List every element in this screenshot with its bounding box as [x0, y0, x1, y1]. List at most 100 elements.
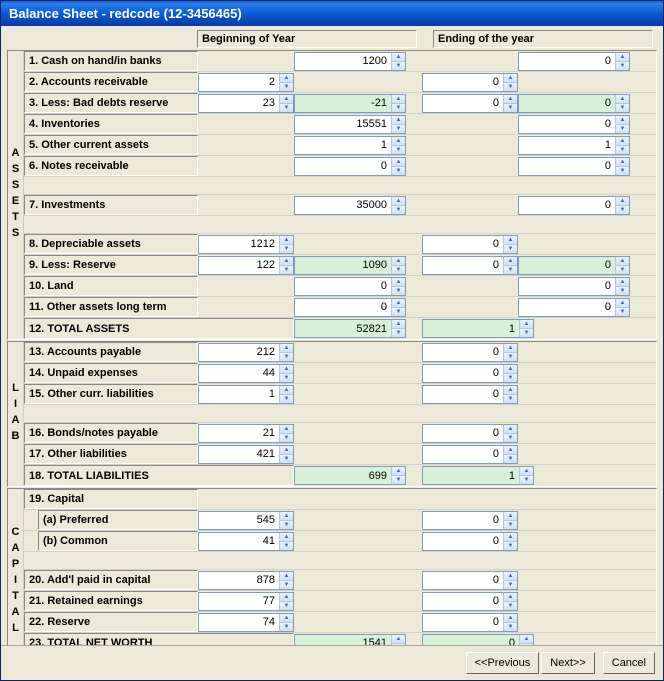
r13-e1[interactable]: ▲▼	[422, 343, 518, 362]
r14-b1-arrows[interactable]: ▲▼	[279, 365, 293, 382]
r1-b2[interactable]: ▲▼	[294, 52, 406, 71]
r16-b1-input[interactable]	[199, 425, 279, 442]
r1-b2-arrows[interactable]: ▲▼	[391, 53, 405, 70]
r9-e2[interactable]: ▲▼	[518, 256, 630, 275]
spinner-down-icon[interactable]: ▼	[504, 581, 517, 589]
r12-b2[interactable]: ▲▼	[294, 319, 406, 338]
spinner-up-icon[interactable]: ▲	[392, 137, 405, 146]
r11-e2-arrows[interactable]: ▲▼	[615, 299, 629, 316]
spinner-down-icon[interactable]: ▼	[280, 581, 293, 589]
r21-e1-input[interactable]	[423, 593, 503, 610]
r14-b1[interactable]: ▲▼	[198, 364, 294, 383]
spinner-down-icon[interactable]: ▼	[616, 287, 629, 295]
r11-b2-arrows[interactable]: ▲▼	[391, 299, 405, 316]
r3-e2-arrows[interactable]: ▲▼	[615, 95, 629, 112]
spinner-down-icon[interactable]: ▼	[520, 476, 533, 484]
r4-b2-arrows[interactable]: ▲▼	[391, 116, 405, 133]
r11-e2[interactable]: ▲▼	[518, 298, 630, 317]
cancel-button[interactable]: Cancel	[603, 652, 655, 674]
spinner-up-icon[interactable]: ▲	[504, 512, 517, 521]
r19b-b1-input[interactable]	[199, 533, 279, 550]
r22-e1[interactable]: ▲▼	[422, 613, 518, 632]
spinner-down-icon[interactable]: ▼	[504, 395, 517, 403]
r19b-b1[interactable]: ▲▼	[198, 532, 294, 551]
r9-e1-input[interactable]	[423, 257, 503, 274]
r18-e2-arrows[interactable]: ▲▼	[519, 467, 533, 484]
r14-b1-input[interactable]	[199, 365, 279, 382]
spinner-down-icon[interactable]: ▼	[392, 62, 405, 70]
spinner-down-icon[interactable]: ▼	[392, 125, 405, 133]
r19a-e1-arrows[interactable]: ▲▼	[503, 512, 517, 529]
spinner-down-icon[interactable]: ▼	[280, 602, 293, 610]
spinner-down-icon[interactable]: ▼	[392, 206, 405, 214]
spinner-down-icon[interactable]: ▼	[280, 623, 293, 631]
r22-b1-input[interactable]	[199, 614, 279, 631]
spinner-down-icon[interactable]: ▼	[280, 104, 293, 112]
spinner-up-icon[interactable]: ▲	[280, 533, 293, 542]
r12-b2-arrows[interactable]: ▲▼	[391, 320, 405, 337]
spinner-down-icon[interactable]: ▼	[504, 374, 517, 382]
spinner-down-icon[interactable]: ▼	[280, 542, 293, 550]
r6-e2-input[interactable]	[519, 158, 615, 175]
spinner-up-icon[interactable]: ▲	[392, 158, 405, 167]
r2-e1[interactable]: ▲▼	[422, 73, 518, 92]
spinner-up-icon[interactable]: ▲	[392, 635, 405, 644]
spinner-down-icon[interactable]: ▼	[616, 167, 629, 175]
r18-b2[interactable]: ▲▼	[294, 466, 406, 485]
r13-e1-arrows[interactable]: ▲▼	[503, 344, 517, 361]
r6-e2[interactable]: ▲▼	[518, 157, 630, 176]
r19a-b1[interactable]: ▲▼	[198, 511, 294, 530]
r9-e2-input[interactable]	[519, 257, 615, 274]
r11-b2-input[interactable]	[295, 299, 391, 316]
spinner-down-icon[interactable]: ▼	[280, 353, 293, 361]
r19a-e1-input[interactable]	[423, 512, 503, 529]
spinner-up-icon[interactable]: ▲	[280, 344, 293, 353]
r9-e1[interactable]: ▲▼	[422, 256, 518, 275]
spinner-up-icon[interactable]: ▲	[280, 425, 293, 434]
r17-b1-arrows[interactable]: ▲▼	[279, 446, 293, 463]
spinner-up-icon[interactable]: ▲	[616, 158, 629, 167]
r3-b1-arrows[interactable]: ▲▼	[279, 95, 293, 112]
r3-b2-arrows[interactable]: ▲▼	[391, 95, 405, 112]
r5-e2[interactable]: ▲▼	[518, 136, 630, 155]
r3-e1-arrows[interactable]: ▲▼	[503, 95, 517, 112]
spinner-down-icon[interactable]: ▼	[392, 104, 405, 112]
spinner-down-icon[interactable]: ▼	[504, 83, 517, 91]
spinner-up-icon[interactable]: ▲	[392, 197, 405, 206]
r4-b2[interactable]: ▲▼	[294, 115, 406, 134]
spinner-up-icon[interactable]: ▲	[520, 320, 533, 329]
r16-e1-arrows[interactable]: ▲▼	[503, 425, 517, 442]
r20-b1[interactable]: ▲▼	[198, 571, 294, 590]
spinner-up-icon[interactable]: ▲	[504, 257, 517, 266]
spinner-up-icon[interactable]: ▲	[392, 116, 405, 125]
spinner-up-icon[interactable]: ▲	[616, 278, 629, 287]
r14-e1-input[interactable]	[423, 365, 503, 382]
r19b-e1-input[interactable]	[423, 533, 503, 550]
spinner-up-icon[interactable]: ▲	[616, 53, 629, 62]
r8-e1-input[interactable]	[423, 236, 503, 253]
r23-e2-input[interactable]	[423, 635, 519, 646]
r9-b1[interactable]: ▲▼	[198, 256, 294, 275]
r20-b1-input[interactable]	[199, 572, 279, 589]
spinner-down-icon[interactable]: ▼	[616, 146, 629, 154]
spinner-down-icon[interactable]: ▼	[520, 329, 533, 337]
spinner-up-icon[interactable]: ▲	[616, 95, 629, 104]
spinner-down-icon[interactable]: ▼	[280, 83, 293, 91]
r13-e1-input[interactable]	[423, 344, 503, 361]
r20-e1[interactable]: ▲▼	[422, 571, 518, 590]
r15-b1-arrows[interactable]: ▲▼	[279, 386, 293, 403]
r17-e1-input[interactable]	[423, 446, 503, 463]
r5-e2-input[interactable]	[519, 137, 615, 154]
spinner-down-icon[interactable]: ▼	[616, 308, 629, 316]
spinner-down-icon[interactable]: ▼	[280, 434, 293, 442]
spinner-down-icon[interactable]: ▼	[392, 266, 405, 274]
r6-b2-arrows[interactable]: ▲▼	[391, 158, 405, 175]
r8-b1[interactable]: ▲▼	[198, 235, 294, 254]
r12-e2-input[interactable]	[423, 320, 519, 337]
spinner-down-icon[interactable]: ▼	[280, 245, 293, 253]
spinner-up-icon[interactable]: ▲	[504, 344, 517, 353]
r13-b1-input[interactable]	[199, 344, 279, 361]
spinner-down-icon[interactable]: ▼	[504, 245, 517, 253]
next-button[interactable]: Next>>	[541, 652, 594, 674]
spinner-up-icon[interactable]: ▲	[280, 365, 293, 374]
